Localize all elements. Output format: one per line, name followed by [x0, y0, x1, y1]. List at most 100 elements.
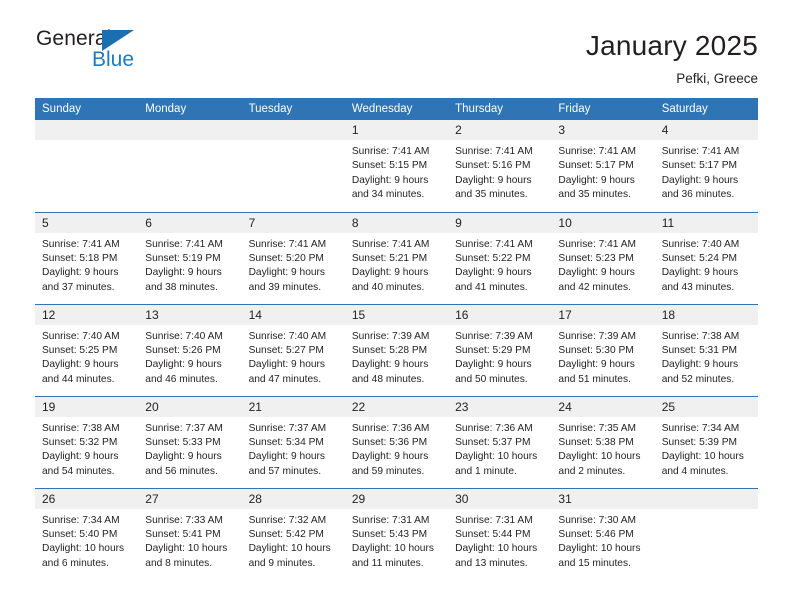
day-info-line: and 35 minutes. — [455, 189, 528, 201]
calendar-day-cell[interactable]: 21 Sunrise: 7:37 AM Sunset: 5:34 PM Dayligh… — [241, 395, 345, 489]
day-cell-inner: 22 Sunrise: 7:36 AM Sunset: 5:36 PM Dayligh… — [344, 396, 449, 488]
day-info-line: Sunset: 5:41 PM — [145, 528, 221, 540]
calendar-day-cell[interactable]: 25 Sunrise: 7:34 AM Sunset: 5:39 PM Dayligh… — [654, 395, 758, 489]
day-cell-inner — [241, 120, 345, 212]
calendar-day-cell[interactable]: 24 Sunrise: 7:35 AM Sunset: 5:38 PM Dayligh… — [551, 395, 655, 489]
day-sun-info: Sunrise: 7:41 AM Sunset: 5:18 PM Daylight:… — [35, 233, 138, 295]
calendar-day-cell[interactable]: 26 Sunrise: 7:34 AM Sunset: 5:40 PM Dayligh… — [35, 487, 139, 581]
day-number: 11 — [654, 212, 758, 233]
day-number: 2 — [448, 120, 552, 141]
day-sun-info: Sunrise: 7:37 AM Sunset: 5:33 PM Daylight:… — [138, 417, 241, 479]
day-info-line: and 11 minutes. — [351, 557, 424, 569]
day-info-line: Sunrise: 7:36 AM — [351, 422, 430, 434]
day-sun-info: Sunrise: 7:41 AM Sunset: 5:16 PM Daylight:… — [448, 140, 551, 202]
day-number: 27 — [138, 488, 242, 509]
day-info-line: Daylight: 9 hours — [351, 451, 429, 463]
day-sun-info: Sunrise: 7:38 AM Sunset: 5:31 PM Daylight:… — [655, 325, 758, 387]
day-info-line: Sunset: 5:26 PM — [145, 344, 221, 356]
calendar-day-cell[interactable]: 30 Sunrise: 7:31 AM Sunset: 5:44 PM Dayligh… — [448, 487, 552, 581]
calendar-day-cell[interactable]: 31 Sunrise: 7:30 AM Sunset: 5:46 PM Dayligh… — [551, 487, 655, 581]
calendar-day-cell[interactable]: 13 Sunrise: 7:40 AM Sunset: 5:26 PM Dayligh… — [138, 303, 242, 397]
calendar-day-cell[interactable]: 12 Sunrise: 7:40 AM Sunset: 5:25 PM Dayligh… — [35, 303, 139, 397]
day-info-line: Sunrise: 7:40 AM — [661, 238, 740, 250]
calendar-day-cell[interactable]: 15 Sunrise: 7:39 AM Sunset: 5:28 PM Dayligh… — [344, 303, 449, 397]
day-number: 30 — [448, 488, 552, 509]
day-number: 17 — [551, 304, 655, 325]
calendar-day-cell[interactable]: 14 Sunrise: 7:40 AM Sunset: 5:27 PM Dayligh… — [241, 303, 345, 397]
day-info-line: Sunrise: 7:31 AM — [351, 514, 430, 526]
calendar-day-cell[interactable]: 19 Sunrise: 7:38 AM Sunset: 5:32 PM Dayligh… — [35, 395, 139, 489]
day-info-line: Sunset: 5:27 PM — [248, 344, 324, 356]
day-cell-inner: 14 Sunrise: 7:40 AM Sunset: 5:27 PM Dayligh… — [241, 304, 345, 396]
day-info-line: and 9 minutes. — [248, 557, 316, 569]
day-sun-info: Sunrise: 7:41 AM Sunset: 5:17 PM Daylight:… — [551, 140, 654, 202]
day-cell-inner: 15 Sunrise: 7:39 AM Sunset: 5:28 PM Dayligh… — [344, 304, 449, 396]
logo-text-blue: Blue — [92, 48, 135, 71]
day-info-line: Sunrise: 7:39 AM — [455, 330, 533, 342]
calendar-day-cell[interactable]: 17 Sunrise: 7:39 AM Sunset: 5:30 PM Dayligh… — [551, 303, 655, 397]
day-sun-info: Sunrise: 7:41 AM Sunset: 5:19 PM Daylight:… — [138, 233, 241, 295]
day-info-line: Daylight: 10 hours — [248, 543, 331, 555]
calendar-day-cell[interactable]: 11 Sunrise: 7:40 AM Sunset: 5:24 PM Dayligh… — [654, 211, 758, 305]
calendar-day-cell[interactable]: 1 Sunrise: 7:41 AM Sunset: 5:15 PM Daylight… — [344, 120, 449, 212]
calendar-body: 1 Sunrise: 7:41 AM Sunset: 5:15 PM Daylight… — [35, 120, 758, 581]
day-info-line: and 39 minutes. — [248, 281, 322, 293]
calendar-day-cell[interactable]: 23 Sunrise: 7:36 AM Sunset: 5:37 PM Dayligh… — [448, 395, 552, 489]
day-info-line: Sunset: 5:32 PM — [42, 436, 118, 448]
day-cell-inner: 18 Sunrise: 7:38 AM Sunset: 5:31 PM Dayligh… — [654, 304, 758, 396]
location-subtitle: Pefki, Greece — [676, 71, 758, 87]
calendar-day-cell[interactable]: 9 Sunrise: 7:41 AM Sunset: 5:22 PM Daylight… — [448, 211, 552, 305]
day-info-line: Sunrise: 7:40 AM — [248, 330, 327, 342]
calendar-day-cell[interactable]: 22 Sunrise: 7:36 AM Sunset: 5:36 PM Dayligh… — [344, 395, 449, 489]
day-cell-inner: 4 Sunrise: 7:41 AM Sunset: 5:17 PM Daylight… — [654, 120, 758, 212]
day-info-line: Sunset: 5:24 PM — [661, 252, 738, 264]
day-cell-inner: 10 Sunrise: 7:41 AM Sunset: 5:23 PM Dayligh… — [551, 212, 655, 304]
logo-text-general: General — [36, 27, 112, 50]
calendar-day-cell[interactable]: 20 Sunrise: 7:37 AM Sunset: 5:33 PM Dayligh… — [138, 395, 242, 489]
day-info-line: Daylight: 9 hours — [248, 359, 326, 371]
calendar-day-cell[interactable]: 3 Sunrise: 7:41 AM Sunset: 5:17 PM Daylight… — [551, 120, 655, 212]
calendar-day-cell[interactable]: 4 Sunrise: 7:41 AM Sunset: 5:17 PM Daylight… — [654, 120, 758, 212]
calendar-empty-cell — [654, 487, 758, 581]
calendar-day-cell[interactable]: 5 Sunrise: 7:41 AM Sunset: 5:18 PM Daylight… — [35, 211, 139, 305]
day-info-line: Daylight: 9 hours — [145, 267, 222, 279]
day-info-line: Sunrise: 7:39 AM — [558, 330, 636, 342]
calendar-day-cell[interactable]: 7 Sunrise: 7:41 AM Sunset: 5:20 PM Daylight… — [241, 211, 345, 305]
day-info-line: Sunrise: 7:41 AM — [145, 238, 223, 250]
day-sun-info: Sunrise: 7:34 AM Sunset: 5:40 PM Daylight:… — [35, 509, 138, 571]
day-info-line: Sunrise: 7:41 AM — [455, 146, 533, 158]
day-number: 8 — [344, 212, 449, 233]
day-cell-inner: 8 Sunrise: 7:41 AM Sunset: 5:21 PM Daylight… — [344, 212, 449, 304]
day-info-line: Daylight: 10 hours — [42, 543, 125, 555]
calendar-day-cell[interactable]: 29 Sunrise: 7:31 AM Sunset: 5:43 PM Dayligh… — [344, 487, 449, 581]
calendar-day-cell[interactable]: 27 Sunrise: 7:33 AM Sunset: 5:41 PM Dayligh… — [138, 487, 242, 581]
day-sun-info: Sunrise: 7:39 AM Sunset: 5:28 PM Daylight:… — [345, 325, 448, 387]
calendar-day-cell[interactable]: 18 Sunrise: 7:38 AM Sunset: 5:31 PM Dayligh… — [654, 303, 758, 397]
day-sun-info: Sunrise: 7:39 AM Sunset: 5:29 PM Daylight:… — [448, 325, 551, 387]
day-sun-info: Sunrise: 7:37 AM Sunset: 5:34 PM Daylight:… — [242, 417, 345, 479]
calendar-day-cell[interactable]: 16 Sunrise: 7:39 AM Sunset: 5:29 PM Dayligh… — [448, 303, 552, 397]
day-info-line: Sunrise: 7:40 AM — [145, 330, 223, 342]
day-info-line: Daylight: 9 hours — [558, 174, 635, 186]
day-info-line: Daylight: 9 hours — [661, 359, 739, 371]
calendar-day-cell[interactable]: 28 Sunrise: 7:32 AM Sunset: 5:42 PM Dayligh… — [241, 487, 345, 581]
calendar-day-cell[interactable]: 8 Sunrise: 7:41 AM Sunset: 5:21 PM Daylight… — [344, 211, 449, 305]
day-info-line: Sunset: 5:25 PM — [42, 344, 118, 356]
day-cell-inner: 11 Sunrise: 7:40 AM Sunset: 5:24 PM Dayligh… — [654, 212, 758, 304]
day-info-line: Daylight: 9 hours — [351, 359, 429, 371]
day-info-line: Daylight: 9 hours — [661, 174, 739, 186]
day-info-line: Daylight: 9 hours — [558, 359, 635, 371]
day-info-line: Sunrise: 7:36 AM — [455, 422, 533, 434]
calendar-day-cell[interactable]: 6 Sunrise: 7:41 AM Sunset: 5:19 PM Daylight… — [138, 211, 242, 305]
day-info-line: Sunset: 5:43 PM — [351, 528, 428, 540]
day-number: 23 — [448, 396, 552, 417]
brand-logo[interactable]: General Blue — [36, 28, 156, 76]
day-sun-info: Sunrise: 7:41 AM Sunset: 5:17 PM Daylight:… — [655, 140, 758, 202]
calendar-day-cell[interactable]: 2 Sunrise: 7:41 AM Sunset: 5:16 PM Daylight… — [448, 120, 552, 212]
day-info-line: Sunrise: 7:41 AM — [248, 238, 327, 250]
day-sun-info: Sunrise: 7:31 AM Sunset: 5:44 PM Daylight:… — [448, 509, 551, 571]
day-sun-info: Sunrise: 7:40 AM Sunset: 5:25 PM Daylight:… — [35, 325, 138, 387]
day-cell-inner: 24 Sunrise: 7:35 AM Sunset: 5:38 PM Dayligh… — [551, 396, 655, 488]
calendar-day-cell[interactable]: 10 Sunrise: 7:41 AM Sunset: 5:23 PM Dayligh… — [551, 211, 655, 305]
day-sun-info: Sunrise: 7:40 AM Sunset: 5:26 PM Daylight:… — [138, 325, 241, 387]
